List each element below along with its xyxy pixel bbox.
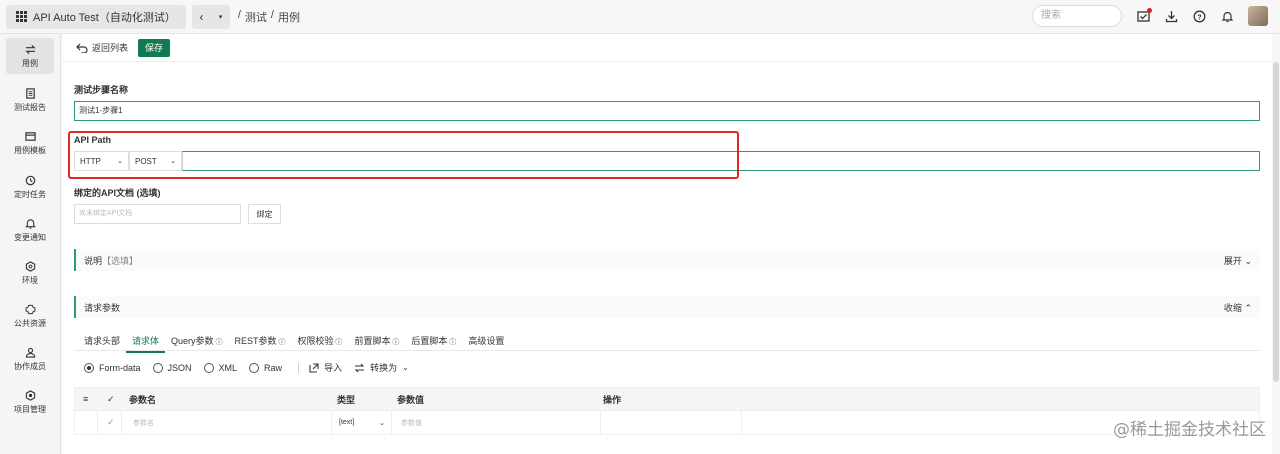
param-value-input[interactable]: 参数值 bbox=[401, 411, 422, 434]
report-icon bbox=[25, 87, 35, 99]
table-row: ✓ 参数名 [text] ⌄ 参数值 bbox=[74, 411, 1260, 435]
settings-icon bbox=[25, 389, 35, 401]
expand-toggle[interactable]: 展开 ⌄ bbox=[1224, 254, 1252, 267]
avatar[interactable] bbox=[1248, 6, 1268, 26]
step-name-label: 测试步骤名称 bbox=[74, 85, 129, 95]
app-switcher[interactable]: API Auto Test（自动化测试） bbox=[6, 4, 186, 29]
sidebar-item-cases[interactable]: 用例 bbox=[6, 38, 54, 74]
collapse-toggle[interactable]: 收缩 ⌃ bbox=[1224, 301, 1252, 314]
download-icon[interactable] bbox=[1164, 9, 1178, 23]
back-arrow-icon[interactable]: ‹ bbox=[199, 10, 203, 24]
row-checkbox[interactable]: ✓ bbox=[107, 411, 115, 434]
radio-raw[interactable]: Raw bbox=[249, 362, 282, 373]
return-icon bbox=[76, 43, 88, 53]
tabs-divider bbox=[74, 350, 1260, 351]
history-nav[interactable]: ‹ ▾ bbox=[191, 4, 230, 29]
sidebar-item-reports[interactable]: 测试报告 bbox=[6, 82, 54, 118]
convert-icon bbox=[354, 363, 365, 372]
tasks-icon[interactable] bbox=[1136, 8, 1152, 23]
breadcrumb-item-test[interactable]: 测试 bbox=[245, 9, 267, 25]
select-all-checkbox[interactable]: ✓ bbox=[107, 388, 115, 410]
member-icon bbox=[25, 347, 35, 358]
table-header: ≡ ✓ 参数名 类型 参数值 操作 bbox=[74, 387, 1260, 411]
info-icon: ⓘ bbox=[213, 339, 223, 346]
sidebar-item-templates[interactable]: 用例模板 bbox=[6, 125, 54, 161]
template-icon bbox=[24, 131, 36, 141]
main-panel: 返回列表 保存 测试步骤名称 测试1-步骤1 API Path HTTP ⌄ P… bbox=[62, 34, 1272, 454]
bind-button[interactable]: 绑定 bbox=[248, 204, 281, 224]
params-table: ≡ ✓ 参数名 类型 参数值 操作 ✓ 参数名 [text] ⌄ 参数值 bbox=[74, 387, 1260, 435]
chevron-down-icon: ⌄ bbox=[1244, 255, 1252, 266]
apps-grid-icon bbox=[16, 11, 27, 22]
chevron-down-icon: ⌄ bbox=[379, 419, 385, 427]
radio-icon bbox=[152, 362, 163, 373]
radio-checked-icon bbox=[84, 362, 94, 373]
app-title: API Auto Test（自动化测试） bbox=[33, 11, 176, 24]
resource-icon bbox=[25, 304, 35, 314]
top-bar: API Auto Test（自动化测试） ‹ ▾ / 测试 / 用例 搜索 ? bbox=[0, 0, 1280, 34]
api-doc-input[interactable]: 尚未绑定API文档 bbox=[74, 204, 241, 224]
radio-icon bbox=[249, 362, 260, 373]
highlight-box bbox=[68, 131, 739, 179]
column-header-value: 参数值 bbox=[397, 394, 425, 405]
sidebar-item-environment[interactable]: 环境 bbox=[6, 255, 54, 291]
param-name-input[interactable]: 参数名 bbox=[133, 411, 154, 434]
chevron-down-icon: ⌄ bbox=[402, 363, 409, 372]
sidebar-item-members[interactable]: 协作成员 bbox=[6, 341, 54, 377]
info-icon: ⓘ bbox=[276, 339, 286, 346]
column-header-name: 参数名 bbox=[129, 394, 157, 405]
chevron-down-icon[interactable]: ▾ bbox=[219, 13, 223, 21]
body-type-options: Form-data JSON XML Raw 导入 转换为 ⌄ bbox=[84, 361, 415, 374]
import-icon bbox=[309, 362, 319, 373]
bell-icon[interactable] bbox=[1220, 9, 1234, 23]
environment-icon bbox=[25, 260, 35, 272]
bell-icon bbox=[24, 218, 36, 229]
search-input[interactable]: 搜索 bbox=[1032, 5, 1122, 27]
param-type-select[interactable]: [text] ⌄ bbox=[339, 411, 385, 434]
radio-xml[interactable]: XML bbox=[203, 362, 237, 373]
watermark: @稀土掘金技术社区 bbox=[1113, 420, 1266, 440]
toolbar: 返回列表 保存 bbox=[62, 34, 1272, 62]
swap-icon bbox=[24, 44, 36, 54]
radio-icon bbox=[203, 362, 214, 373]
column-header-actions: 操作 bbox=[603, 394, 622, 405]
save-button[interactable]: 保存 bbox=[138, 38, 171, 57]
description-section-header[interactable]: 说明【选填】 展开 ⌄ bbox=[74, 249, 1260, 271]
svg-text:?: ? bbox=[1197, 14, 1201, 21]
info-icon: ⓘ bbox=[333, 339, 343, 346]
convert-button[interactable]: 转换为 ⌄ bbox=[354, 361, 409, 374]
drag-handle-icon: ≡ bbox=[83, 394, 89, 404]
scrollbar-thumb[interactable] bbox=[1273, 62, 1279, 382]
divider bbox=[298, 362, 300, 373]
notification-badge bbox=[1147, 8, 1152, 13]
sidebar-item-resources[interactable]: 公共资源 bbox=[6, 298, 54, 334]
info-icon: ⓘ bbox=[390, 339, 400, 346]
info-icon: ⓘ bbox=[447, 339, 457, 346]
clock-icon bbox=[25, 175, 35, 185]
sidebar-item-projects[interactable]: 项目管理 bbox=[6, 384, 54, 420]
api-doc-label: 绑定的API文档 (选填) bbox=[74, 188, 161, 198]
help-icon[interactable]: ? bbox=[1192, 9, 1206, 23]
request-params-section-header[interactable]: 请求参数 收缩 ⌃ bbox=[74, 296, 1260, 318]
breadcrumb-item-case[interactable]: 用例 bbox=[278, 9, 300, 25]
scrollbar[interactable] bbox=[1272, 34, 1280, 454]
radio-json[interactable]: JSON bbox=[152, 362, 192, 373]
back-to-list-button[interactable]: 返回列表 bbox=[76, 41, 128, 54]
sidebar-item-schedules[interactable]: 定时任务 bbox=[6, 169, 54, 205]
sidebar-item-notifications[interactable]: 变更通知 bbox=[6, 212, 54, 248]
sidebar: 用例 测试报告 用例模板 定时任务 变更通知 环境 公共资源 协作成员 项目管理 bbox=[0, 34, 61, 454]
column-header-type: 类型 bbox=[337, 394, 356, 405]
radio-form-data[interactable]: Form-data bbox=[84, 362, 141, 373]
import-button[interactable]: 导入 bbox=[309, 361, 342, 374]
step-name-input[interactable]: 测试1-步骤1 bbox=[74, 101, 1260, 121]
chevron-up-icon: ⌃ bbox=[1244, 302, 1252, 313]
breadcrumb: / 测试 / 用例 bbox=[237, 8, 300, 25]
